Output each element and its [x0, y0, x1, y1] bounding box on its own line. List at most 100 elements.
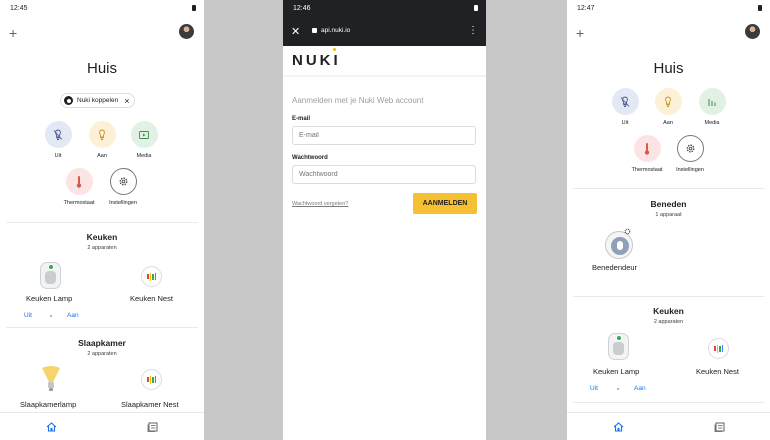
action-media[interactable]: Media	[692, 88, 732, 126]
light-off-icon	[44, 121, 72, 148]
list-icon[interactable]	[147, 422, 158, 432]
email-field[interactable]	[292, 126, 476, 145]
action-label: Instellingen	[676, 167, 704, 173]
action-instellingen[interactable]: Instellingen	[103, 168, 143, 206]
lightbulb-icon[interactable]	[40, 365, 62, 393]
power-status-icon	[616, 335, 622, 341]
nest-thermostat-icon[interactable]	[141, 266, 162, 287]
device-label[interactable]: Keuken Nest	[696, 367, 739, 376]
device-label[interactable]: Slaapkamerlamp	[20, 400, 76, 409]
action-media[interactable]: Media	[124, 121, 164, 159]
status-time: 12:46	[293, 5, 311, 12]
divider	[573, 296, 764, 297]
nuki-icon	[64, 96, 73, 105]
browser-toolbar: ✕ api.nuki.io ⋮	[283, 18, 486, 46]
action-label: Aan	[97, 153, 107, 159]
home-icon[interactable]	[46, 422, 57, 432]
room-title[interactable]: Beneden	[567, 199, 770, 209]
smart-lock-icon[interactable]	[605, 231, 633, 259]
device-off-button[interactable]: Uit	[590, 385, 598, 392]
login-button[interactable]: AANMELDEN	[413, 193, 477, 214]
avatar[interactable]	[745, 24, 760, 39]
action-label: Uit	[54, 153, 62, 159]
nest-thermostat-icon[interactable]	[708, 338, 729, 359]
smart-plug-icon[interactable]	[608, 333, 629, 360]
device-label[interactable]: Keuken Lamp	[593, 367, 639, 376]
avatar[interactable]	[179, 24, 194, 39]
divider	[283, 75, 486, 77]
divider	[573, 188, 764, 189]
separator-dot	[50, 315, 52, 317]
device-off-button[interactable]: Uit	[24, 312, 32, 319]
nuki-login-screen: 12:46 ✕ api.nuki.io ⋮ NUKI Aanmelden met…	[283, 0, 486, 440]
room-title[interactable]: Keuken	[0, 232, 204, 242]
media-play-icon	[130, 121, 158, 148]
password-field[interactable]	[292, 165, 476, 184]
device-label[interactable]: Slaapkamer Nest	[121, 400, 179, 409]
room-title[interactable]: Slaapkamer	[0, 338, 204, 348]
status-bar: 12:45	[0, 0, 204, 18]
status-time: 12:47	[577, 5, 595, 12]
add-icon[interactable]: +	[9, 25, 17, 41]
divider	[573, 402, 764, 403]
list-icon[interactable]	[714, 422, 725, 432]
room-title[interactable]: Keuken	[567, 306, 770, 316]
divider	[6, 222, 198, 223]
device-on-button[interactable]: Aan	[67, 312, 79, 319]
room-device-count: 2 apparaten	[87, 245, 117, 251]
room-device-count: 2 apparaten	[87, 351, 117, 357]
power-status-icon	[48, 264, 54, 270]
lightbulb-icon	[654, 88, 682, 115]
chip-label: Nuki koppelen	[77, 97, 119, 104]
page-title: Huis	[653, 60, 684, 77]
battery-icon	[474, 5, 478, 11]
action-label: Instellingen	[109, 200, 137, 206]
home-screen-1: 12:45 + Huis Nuki koppelen × Uit Aan Med…	[0, 0, 204, 440]
login-heading: Aanmelden met je Nuki Web account	[292, 96, 424, 105]
more-vert-icon[interactable]: ⋮	[468, 25, 478, 36]
action-label: Uit	[621, 120, 629, 126]
action-label: Aan	[663, 120, 673, 126]
email-label: E-mail	[292, 116, 311, 122]
action-uit[interactable]: Uit	[605, 88, 645, 126]
status-bar: 12:46	[283, 0, 486, 18]
device-label[interactable]: Keuken Nest	[130, 294, 173, 303]
close-icon[interactable]: ×	[124, 96, 129, 106]
nuki-connect-chip[interactable]: Nuki koppelen ×	[60, 93, 136, 108]
action-label: Thermostaat	[631, 167, 663, 173]
room-device-count: 1 apparaat	[655, 212, 682, 218]
nest-thermostat-icon[interactable]	[141, 369, 162, 390]
equalizer-icon	[698, 88, 726, 115]
divider	[6, 327, 198, 328]
home-icon[interactable]	[613, 422, 624, 432]
action-aan[interactable]: Aan	[82, 121, 122, 159]
action-aan[interactable]: Aan	[648, 88, 688, 126]
status-bar: 12:47	[567, 0, 770, 18]
action-instellingen[interactable]: Instellingen	[670, 135, 710, 173]
gear-icon	[109, 168, 137, 195]
thermometer-icon	[65, 168, 93, 195]
light-off-icon	[611, 88, 639, 115]
action-thermostaat[interactable]: Thermostaat	[59, 168, 99, 206]
separator-dot	[617, 388, 619, 390]
password-label: Wachtwoord	[292, 155, 328, 161]
url-text[interactable]: api.nuki.io	[321, 27, 350, 34]
action-thermostaat[interactable]: Thermostaat	[627, 135, 667, 173]
home-screen-3: 12:47 + Huis Uit Aan Media Thermostaat I…	[567, 0, 770, 440]
action-uit[interactable]: Uit	[38, 121, 78, 159]
forgot-password-link[interactable]: Wachtwoord vergeten?	[292, 201, 348, 207]
smart-plug-icon[interactable]	[40, 262, 61, 289]
device-label[interactable]: Keuken Lamp	[26, 294, 72, 303]
room-device-count: 2 apparaten	[653, 319, 684, 325]
action-label: Media	[136, 153, 152, 159]
action-label: Thermostaat	[63, 200, 95, 206]
bottom-nav	[567, 412, 770, 440]
add-icon[interactable]: +	[576, 25, 584, 41]
device-on-button[interactable]: Aan	[634, 385, 646, 392]
gear-icon	[624, 228, 631, 235]
nuki-logo: NUKI	[292, 52, 341, 69]
battery-icon	[192, 5, 196, 11]
close-icon[interactable]: ✕	[291, 25, 300, 38]
lock-icon	[312, 28, 317, 33]
device-label[interactable]: Benedendeur	[592, 263, 637, 272]
